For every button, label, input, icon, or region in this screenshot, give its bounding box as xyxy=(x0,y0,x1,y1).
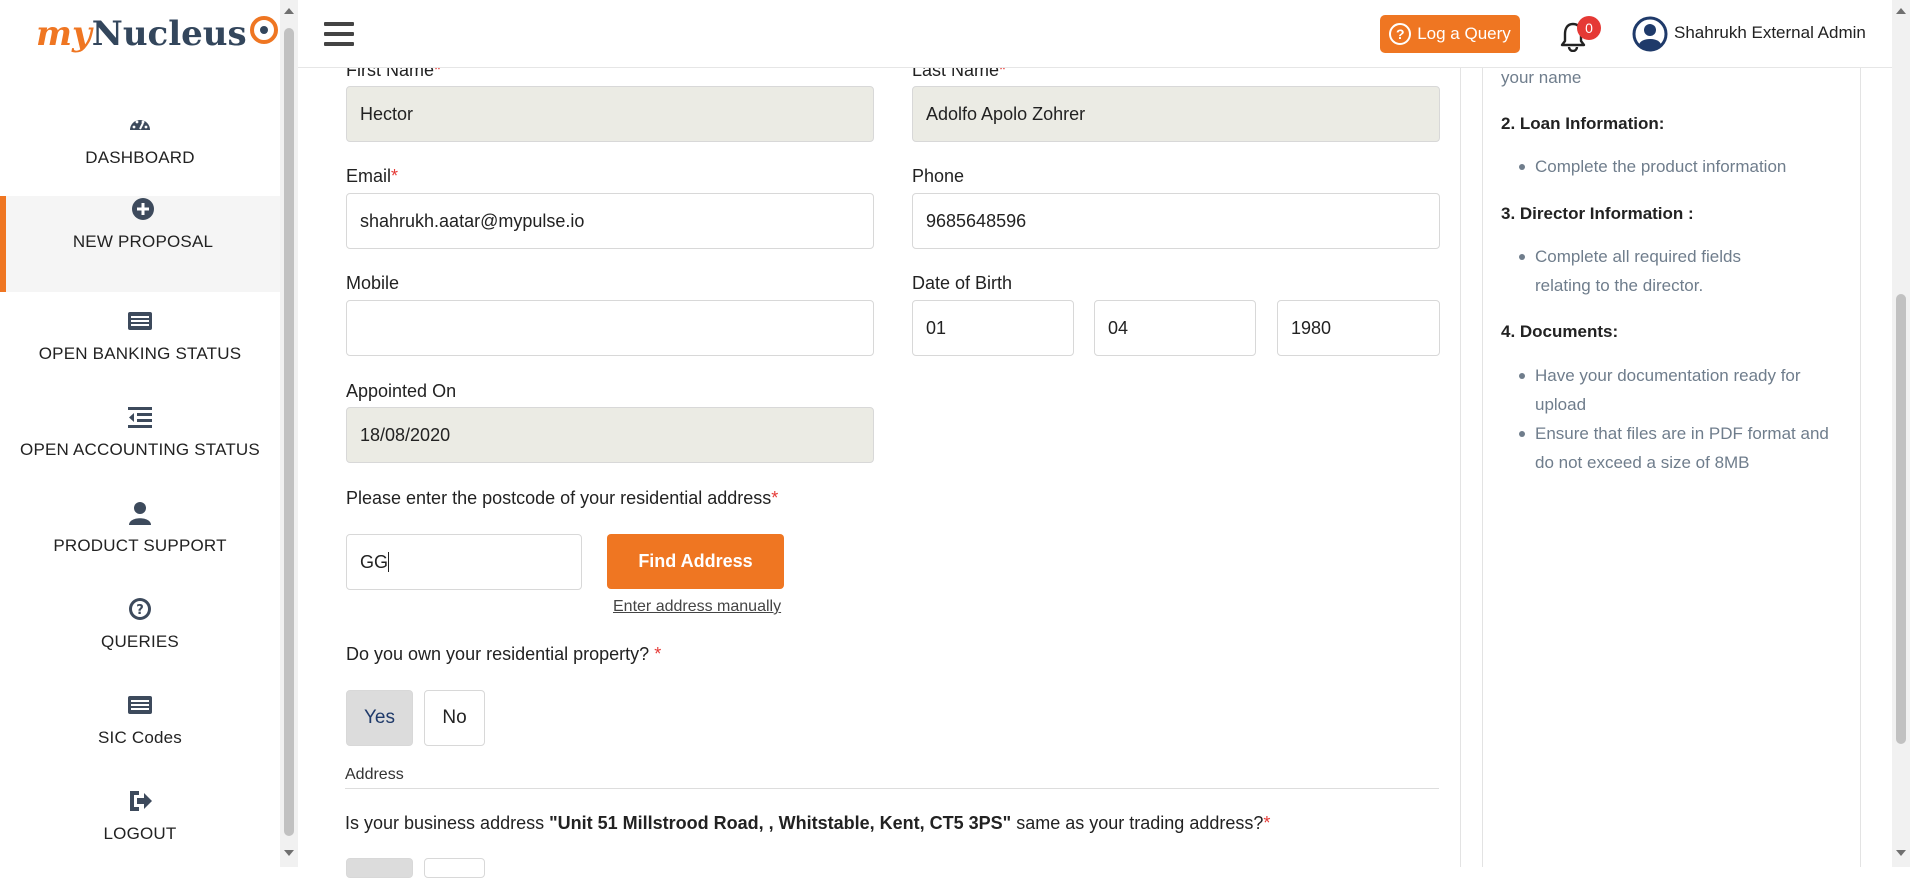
postcode-label: Please enter the postcode of your reside… xyxy=(346,488,779,508)
sidebar: myNucleus DASHBOARD NEW PROPOSAL OPEN BA… xyxy=(0,0,280,867)
indent-list-icon xyxy=(128,407,152,428)
phone-label: Phone xyxy=(912,166,965,186)
hamburger-menu-icon[interactable] xyxy=(324,22,354,46)
mobile-field[interactable] xyxy=(346,300,874,356)
dob-label: Date of Birth xyxy=(912,273,1013,293)
sidebar-item-label: OPEN ACCOUNTING STATUS xyxy=(20,440,260,459)
sidebar-item-label: QUERIES xyxy=(101,632,179,651)
logo-my-text: my xyxy=(36,14,92,54)
phone-field[interactable]: 9685648596 xyxy=(912,193,1440,249)
business-address-question: Is your business address "Unit 51 Millst… xyxy=(345,813,1271,833)
email-field[interactable]: shahrukh.aatar@mypulse.io xyxy=(346,193,874,249)
sidebar-scrollbar[interactable] xyxy=(280,0,298,867)
list-card-icon xyxy=(128,696,152,714)
user-icon xyxy=(129,502,151,525)
logo-swirl-icon xyxy=(250,16,278,44)
sidebar-item-label: OPEN BANKING STATUS xyxy=(38,344,242,363)
dob-month-field[interactable]: 04 xyxy=(1094,300,1256,356)
own-property-yes-button[interactable]: Yes xyxy=(346,690,413,746)
logo-nucleus-text: Nucleus xyxy=(91,14,247,54)
guidance-item: Have your documentation ready for upload xyxy=(1519,361,1825,419)
guidance-heading-documents: 4. Documents: xyxy=(1501,322,1619,341)
sidebar-item-label: PRODUCT SUPPORT xyxy=(53,536,227,555)
scroll-up-arrow-icon[interactable] xyxy=(1896,8,1906,14)
sidebar-item-label: NEW PROPOSAL xyxy=(72,232,214,251)
guidance-item: Ensure that files are in PDF format and … xyxy=(1519,419,1840,477)
own-property-label: Do you own your residential property? * xyxy=(346,644,662,664)
user-name[interactable]: Shahrukh External Admin xyxy=(1674,23,1866,43)
sidebar-item-label: DASHBOARD xyxy=(85,148,195,167)
business-address-yes-button[interactable] xyxy=(346,858,413,878)
sidebar-item-open-accounting-status[interactable]: OPEN ACCOUNTING STATUS xyxy=(0,404,280,500)
list-card-icon xyxy=(128,312,152,330)
sidebar-item-label: SIC Codes xyxy=(97,728,182,747)
sidebar-item-label: LOGOUT xyxy=(103,824,177,843)
top-header: ? Log a Query 0 Shahrukh External Admin xyxy=(298,0,1892,68)
dob-day-field[interactable]: 01 xyxy=(912,300,1074,356)
sidebar-item-dashboard[interactable]: DASHBOARD xyxy=(0,112,280,208)
question-circle-icon: ? xyxy=(129,598,151,620)
mynucleus-logo[interactable]: myNucleus xyxy=(36,14,278,74)
email-label: Email* xyxy=(346,166,399,186)
guidance-heading-director: 3. Director Information : xyxy=(1501,204,1694,223)
notification-badge: 0 xyxy=(1577,16,1601,40)
scrollbar-thumb[interactable] xyxy=(284,28,294,836)
sidebar-item-sic-codes[interactable]: SIC Codes xyxy=(0,692,280,788)
scroll-down-arrow-icon[interactable] xyxy=(284,850,294,856)
guidance-text: your name xyxy=(1501,68,1582,87)
form-divider xyxy=(1460,68,1461,867)
sidebar-item-product-support[interactable]: PRODUCT SUPPORT xyxy=(0,500,280,596)
postcode-value: GG xyxy=(360,551,389,572)
log-query-label: Log a Query xyxy=(1417,24,1511,43)
enter-address-manually-link[interactable]: Enter address manually xyxy=(613,598,781,616)
address-section-title: Address xyxy=(345,766,404,783)
guidance-item: Complete the product information xyxy=(1519,152,1835,181)
sign-out-icon xyxy=(130,791,152,811)
appointed-on-label: Appointed On xyxy=(346,381,457,401)
page-scrollbar[interactable] xyxy=(1892,0,1910,867)
guidance-item: Complete all required fields relating to… xyxy=(1519,242,1785,300)
scroll-up-arrow-icon[interactable] xyxy=(284,8,294,14)
first-name-field[interactable]: Hector xyxy=(346,86,874,142)
dob-year-field[interactable]: 1980 xyxy=(1277,300,1440,356)
own-property-no-button[interactable]: No xyxy=(424,690,485,746)
sidebar-item-new-proposal[interactable]: NEW PROPOSAL xyxy=(0,196,280,292)
find-address-button[interactable]: Find Address xyxy=(607,534,784,589)
svg-text:?: ? xyxy=(136,603,144,618)
scrollbar-thumb[interactable] xyxy=(1896,294,1906,744)
last-name-field[interactable]: Adolfo Apolo Zohrer xyxy=(912,86,1440,142)
guidance-panel: your name 2. Loan Information: Complete … xyxy=(1482,68,1861,867)
mobile-label: Mobile xyxy=(346,273,400,293)
log-query-button[interactable]: ? Log a Query xyxy=(1380,15,1520,53)
scroll-down-arrow-icon[interactable] xyxy=(1896,850,1906,856)
avatar[interactable] xyxy=(1632,16,1668,52)
sidebar-item-logout[interactable]: LOGOUT xyxy=(0,788,280,884)
address-divider xyxy=(345,788,1439,789)
text-cursor xyxy=(388,552,390,572)
guidance-heading-loan: 2. Loan Information: xyxy=(1501,114,1665,133)
appointed-on-field[interactable]: 18/08/2020 xyxy=(346,407,874,463)
sidebar-item-queries[interactable]: ? QUERIES xyxy=(0,596,280,692)
plus-circle-icon xyxy=(132,198,154,220)
question-icon: ? xyxy=(1389,23,1412,45)
postcode-input[interactable]: GG xyxy=(346,534,582,590)
gauge-icon xyxy=(130,120,150,130)
sidebar-item-open-banking-status[interactable]: OPEN BANKING STATUS xyxy=(0,308,280,404)
business-address-no-button[interactable] xyxy=(424,858,485,878)
